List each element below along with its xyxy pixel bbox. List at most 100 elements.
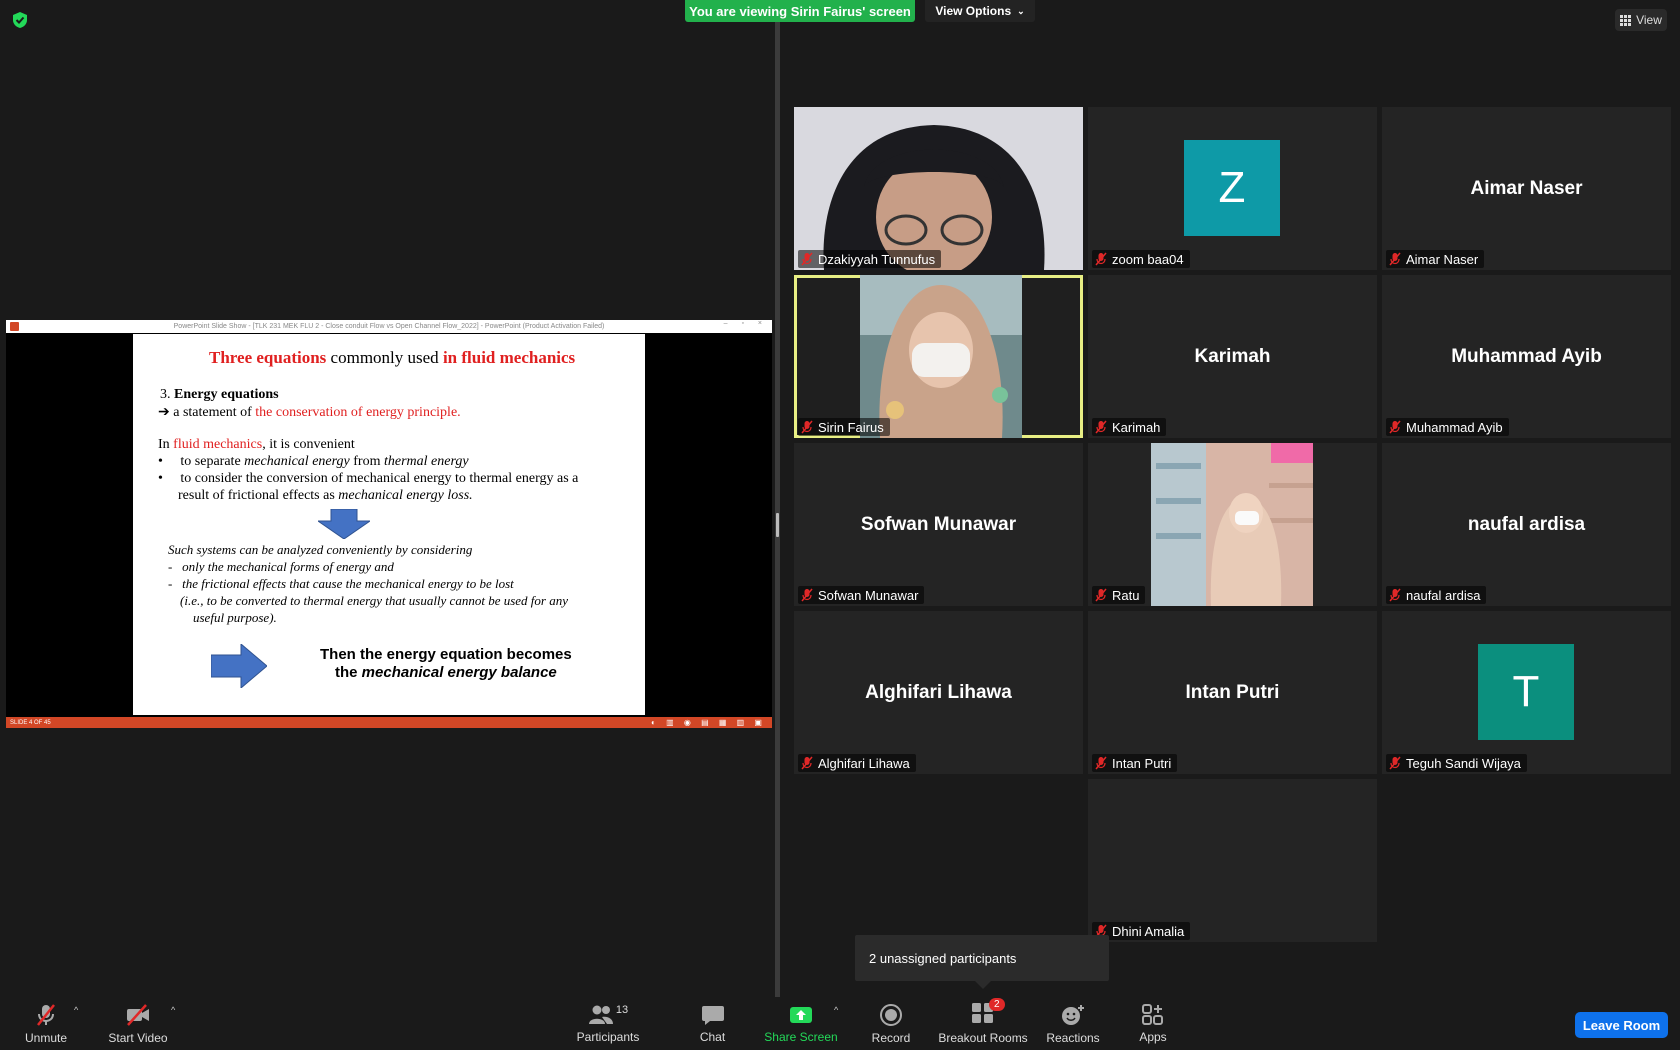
participant-nameplate: Teguh Sandi Wijaya bbox=[1386, 754, 1527, 772]
muted-mic-icon bbox=[801, 252, 813, 266]
leave-room-button[interactable]: Leave Room bbox=[1575, 1012, 1668, 1038]
muted-mic-icon bbox=[801, 420, 813, 434]
chevron-down-icon: ⌄ bbox=[1017, 5, 1025, 16]
participant-nameplate: Muhammad Ayib bbox=[1386, 418, 1509, 436]
participant-tile[interactable]: Zzoom baa04 bbox=[1088, 107, 1377, 270]
participants-count: 13 bbox=[615, 1003, 629, 1016]
ppt-slide-counter: SLIDE 4 OF 45 bbox=[10, 719, 51, 726]
view-options-button[interactable]: View Options ⌄ bbox=[925, 0, 1035, 22]
participant-nameplate: zoom baa04 bbox=[1092, 250, 1190, 268]
participant-nameplate: Intan Putri bbox=[1092, 754, 1178, 772]
breakout-rooms-button[interactable]: 2 Breakout Rooms bbox=[937, 997, 1029, 1050]
reactions-button[interactable]: Reactions bbox=[1045, 997, 1101, 1050]
participant-tile[interactable]: naufal ardisa naufal ardisa bbox=[1382, 443, 1671, 606]
slide-energy-heading: 3. Energy equations bbox=[160, 387, 279, 402]
record-icon bbox=[880, 1003, 902, 1026]
participant-tile[interactable]: T Teguh Sandi Wijaya bbox=[1382, 611, 1671, 774]
participant-tile[interactable]: Intan Putri Intan Putri bbox=[1088, 611, 1377, 774]
muted-mic-icon bbox=[1389, 756, 1401, 770]
slide-bullet-1: • to separate mechanical energy from the… bbox=[158, 454, 469, 469]
participant-name: Teguh Sandi Wijaya bbox=[1406, 755, 1521, 771]
reactions-label: Reactions bbox=[1046, 1030, 1100, 1045]
participant-tile[interactable]: Sofwan Munawar Sofwan Munawar bbox=[794, 443, 1083, 606]
audio-options-caret-icon[interactable]: ^ bbox=[74, 1005, 78, 1015]
breakout-rooms-label: Breakout Rooms bbox=[938, 1031, 1028, 1045]
participant-display-name: naufal ardisa bbox=[1467, 513, 1586, 535]
participants-button[interactable]: 13 Participants bbox=[570, 997, 646, 1050]
participant-nameplate: Ratu bbox=[1092, 586, 1146, 604]
down-arrow-icon bbox=[318, 509, 370, 539]
muted-mic-icon bbox=[1389, 420, 1401, 434]
view-options-label: View Options bbox=[935, 4, 1012, 18]
panel-splitter[interactable] bbox=[775, 22, 780, 997]
participant-name: Alghifari Lihawa bbox=[818, 755, 910, 771]
meeting-toolbar: Unmute ^ Start Video ^ 13 Participants C… bbox=[0, 997, 1680, 1050]
participant-display-name: Karimah bbox=[1194, 345, 1271, 367]
participant-tile[interactable]: Ratu bbox=[1088, 443, 1377, 606]
apps-button[interactable]: Apps bbox=[1132, 997, 1174, 1050]
viewing-banner-text: You are viewing Sirin Fairus' screen bbox=[689, 3, 911, 19]
participants-icon bbox=[588, 1005, 613, 1024]
video-camera-off-icon bbox=[127, 1003, 149, 1026]
participant-name: Dhini Amalia bbox=[1112, 923, 1185, 939]
record-button[interactable]: Record bbox=[866, 997, 916, 1050]
participant-name: Intan Putri bbox=[1112, 755, 1172, 771]
muted-mic-icon bbox=[801, 756, 813, 770]
share-screen-icon bbox=[790, 1006, 812, 1023]
participant-avatar: Z bbox=[1184, 140, 1280, 236]
participant-display-name: Sofwan Munawar bbox=[860, 513, 1017, 535]
unmute-button[interactable]: Unmute bbox=[18, 997, 74, 1050]
slide: Three equations commonly used in fluid m… bbox=[133, 334, 645, 715]
chat-button[interactable]: Chat bbox=[690, 997, 735, 1050]
participant-nameplate: Dzakiyyah Tunnufus bbox=[798, 250, 942, 268]
right-arrow-icon: ➔ bbox=[158, 405, 170, 420]
slide-in-fluid-line: In fluid mechanics, it is convenient bbox=[158, 437, 355, 452]
share-options-caret-icon[interactable]: ^ bbox=[834, 1005, 838, 1015]
slide-such-2: - only the mechanical forms of energy an… bbox=[168, 559, 394, 574]
video-options-caret-icon[interactable]: ^ bbox=[171, 1005, 175, 1015]
participant-nameplate: Aimar Naser bbox=[1386, 250, 1485, 268]
start-video-button[interactable]: Start Video bbox=[102, 997, 174, 1050]
participant-tile[interactable]: Karimah Karimah bbox=[1088, 275, 1377, 438]
participant-tile[interactable]: Sirin Fairus bbox=[794, 275, 1083, 438]
record-label: Record bbox=[871, 1030, 911, 1045]
participant-display-name: Aimar Naser bbox=[1470, 177, 1583, 199]
ppt-title-text: PowerPoint Slide Show - [TLK 231 MEK FLU… bbox=[173, 323, 605, 330]
muted-mic-icon bbox=[1389, 252, 1401, 266]
slide-such-3: - the frictional effects that cause the … bbox=[168, 576, 514, 591]
shared-screen: PowerPoint Slide Show - [TLK 231 MEK FLU… bbox=[6, 320, 772, 728]
share-screen-button[interactable]: Share Screen bbox=[764, 997, 838, 1050]
splitter-handle[interactable] bbox=[776, 513, 779, 537]
slide-then-2: the mechanical energy balance bbox=[335, 664, 557, 681]
participant-name: Muhammad Ayib bbox=[1406, 419, 1503, 435]
muted-mic-icon bbox=[1095, 756, 1107, 770]
participant-nameplate: Sirin Fairus bbox=[798, 418, 890, 436]
right-arrow-icon bbox=[211, 644, 267, 688]
participant-tile[interactable]: Alghifari Lihawa Alghifari Lihawa bbox=[794, 611, 1083, 774]
muted-mic-icon bbox=[1389, 588, 1401, 602]
ppt-view-controls-icon: ◐ ▥ ◉ ▤ ▦ ▥ ▣ bbox=[651, 718, 766, 727]
participant-tile[interactable]: Aimar Naser Aimar Naser bbox=[1382, 107, 1671, 270]
participant-tile[interactable]: Dhini Amalia bbox=[1088, 779, 1377, 942]
muted-mic-icon bbox=[1095, 252, 1107, 266]
unassigned-participants-tooltip: 2 unassigned participants bbox=[855, 935, 1109, 989]
participant-display-name: Alghifari Lihawa bbox=[865, 681, 1012, 703]
grid-icon bbox=[1620, 14, 1632, 26]
participant-nameplate: Sofwan Munawar bbox=[798, 586, 925, 604]
view-layout-button[interactable]: View bbox=[1615, 9, 1667, 31]
security-shield-icon[interactable] bbox=[11, 11, 29, 29]
viewing-screen-banner: You are viewing Sirin Fairus' screen bbox=[685, 0, 915, 22]
participant-display-name: Intan Putri bbox=[1185, 681, 1280, 703]
participants-label: Participants bbox=[576, 1029, 640, 1044]
participant-tile[interactable]: Dzakiyyah Tunnufus bbox=[794, 107, 1083, 270]
participant-display-name: Muhammad Ayib bbox=[1451, 345, 1602, 367]
reactions-smiley-icon bbox=[1062, 1004, 1084, 1025]
participant-tile[interactable]: Muhammad Ayib Muhammad Ayib bbox=[1382, 275, 1671, 438]
participant-name: Karimah bbox=[1112, 419, 1161, 435]
ppt-statusbar: SLIDE 4 OF 45 ◐ ▥ ◉ ▤ ▦ ▥ ▣ bbox=[6, 717, 772, 728]
slide-bullet-2: • to consider the conversion of mechanic… bbox=[158, 471, 579, 486]
participant-nameplate: naufal ardisa bbox=[1386, 586, 1487, 604]
slide-arrow-line: ➔ a statement of the conservation of ene… bbox=[158, 405, 461, 420]
unassigned-tooltip-text: 2 unassigned participants bbox=[869, 950, 1017, 966]
slide-bullet-2-cont: result of frictional effects as mechanic… bbox=[178, 488, 473, 503]
